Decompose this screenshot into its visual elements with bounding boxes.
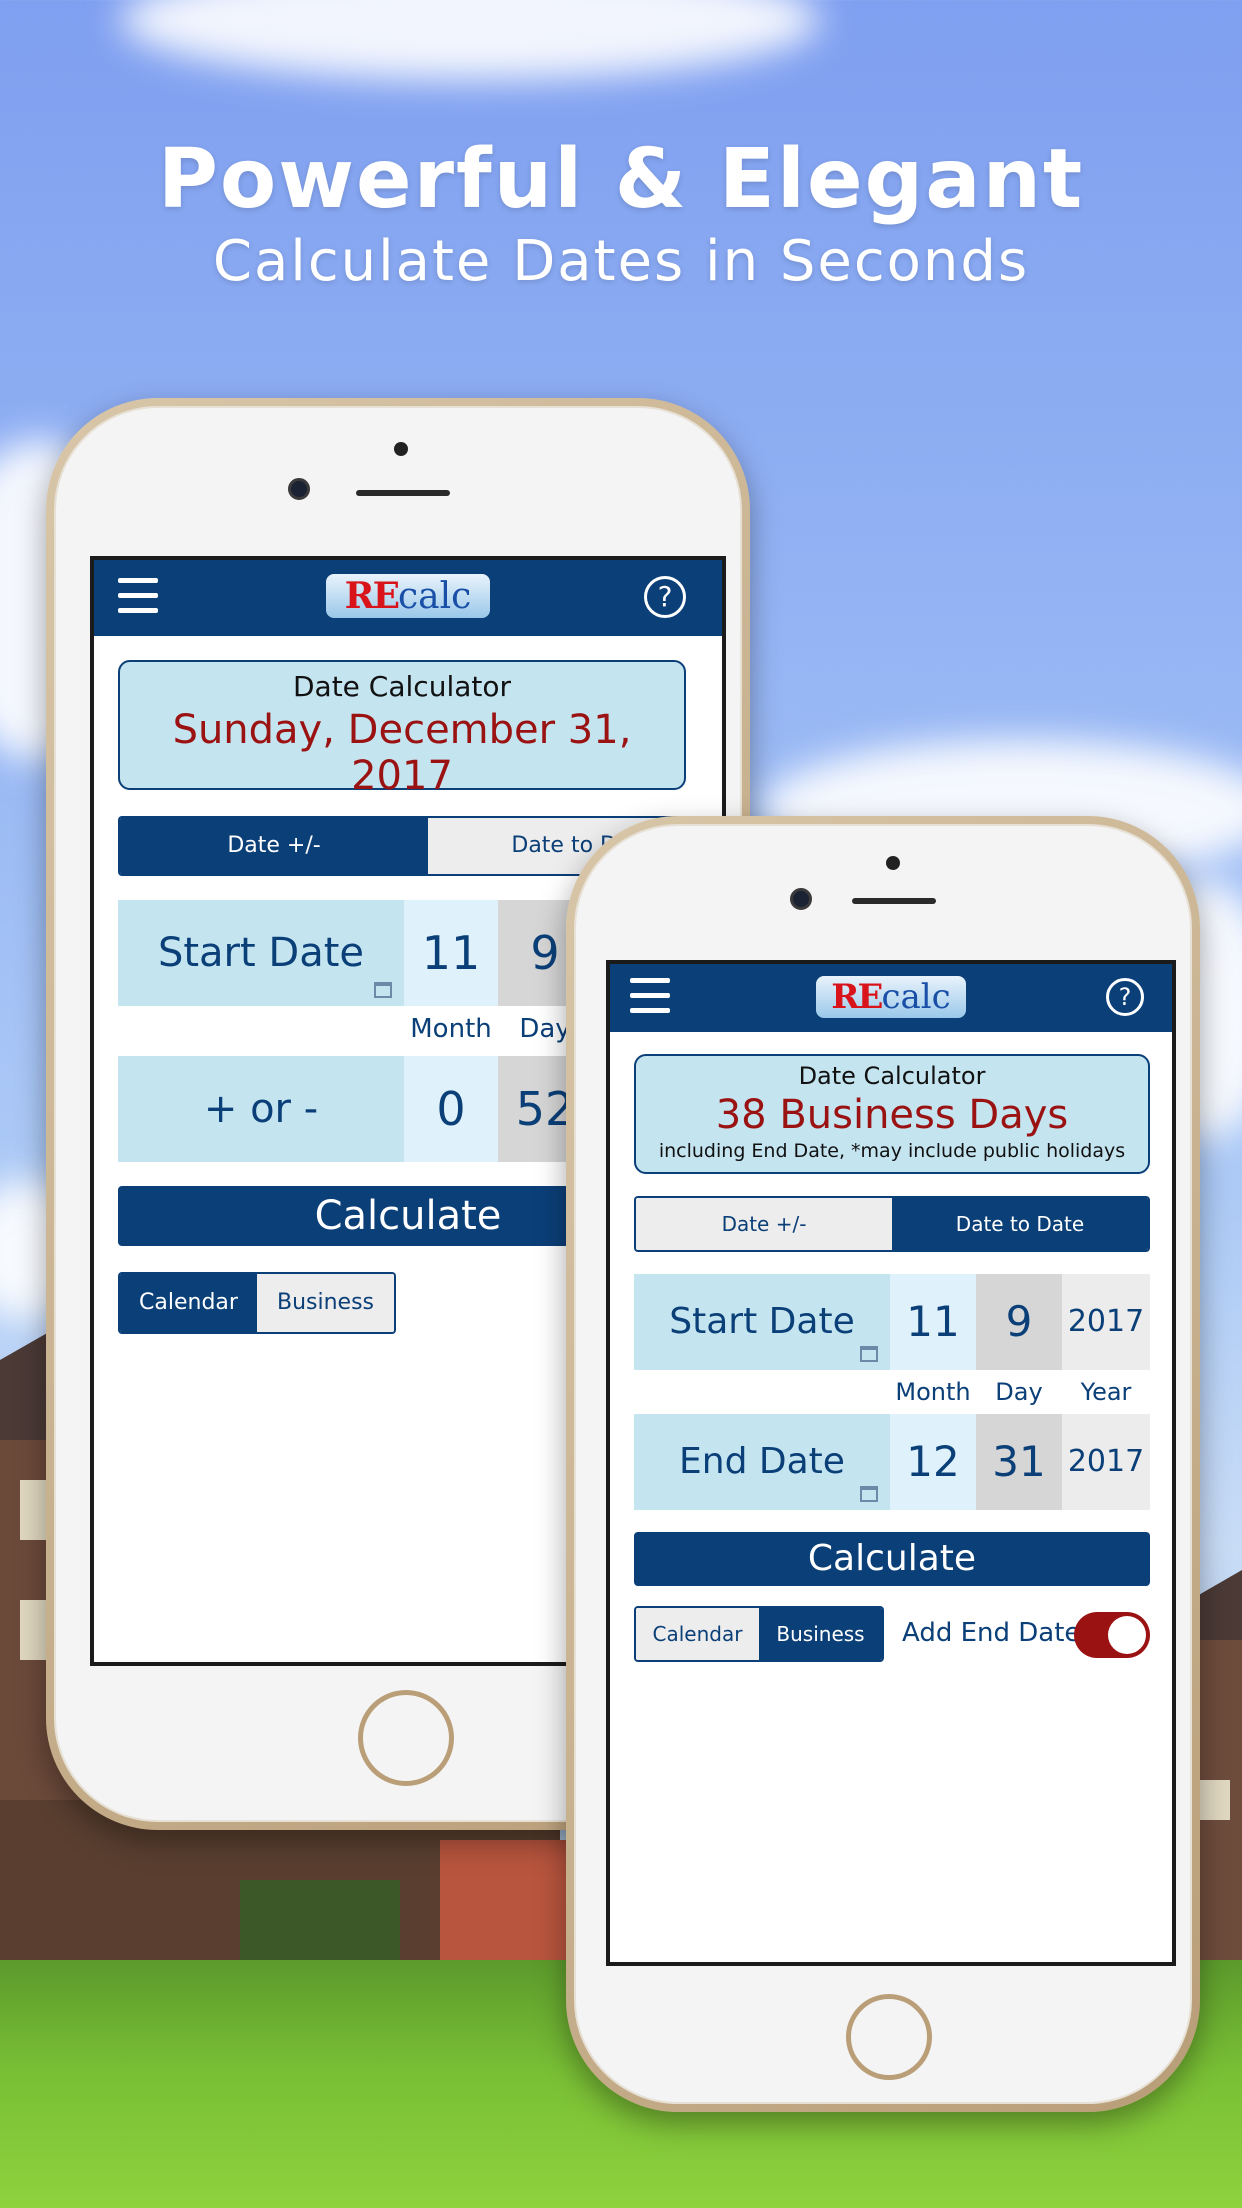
calculate-button[interactable]: Calculate xyxy=(634,1532,1150,1586)
phone-2-screen: REcalc ? Date Calculator 38 Business Day… xyxy=(606,960,1176,1966)
front-camera-icon xyxy=(790,888,812,910)
start-date-label[interactable]: Start Date xyxy=(118,900,404,1006)
headline: Powerful & Elegant Calculate Dates in Se… xyxy=(0,130,1242,294)
month-column-header: Month xyxy=(410,1014,492,1044)
day-type-toggle: Calendar Business xyxy=(634,1606,884,1662)
proximity-sensor xyxy=(886,856,900,870)
month-column-header: Month xyxy=(895,1378,971,1406)
year-column-header: Year xyxy=(1080,1378,1132,1406)
result-value: 38 Business Days xyxy=(715,1092,1069,1138)
front-camera-icon xyxy=(288,478,310,500)
earpiece-speaker xyxy=(356,490,450,496)
result-value: Sunday, December 31, 2017 xyxy=(172,707,632,799)
headline-title: Powerful & Elegant xyxy=(157,132,1085,227)
tab-date-plus-minus[interactable]: Date +/- xyxy=(120,818,428,874)
end-day-value[interactable]: 31 xyxy=(976,1414,1062,1510)
plus-minus-label[interactable]: + or - xyxy=(118,1056,404,1162)
calc-mode-tabs: Date +/- Date to Date xyxy=(634,1196,1150,1252)
result-title: Date Calculator xyxy=(798,1062,986,1090)
end-month-value[interactable]: 12 xyxy=(890,1414,976,1510)
tab-date-plus-minus[interactable]: Date +/- xyxy=(636,1198,892,1250)
start-date-row: Start Date 11 9 xyxy=(118,900,592,1006)
hamburger-icon[interactable] xyxy=(630,978,670,1018)
result-box: Date Calculator 38 Business Days includi… xyxy=(634,1054,1150,1174)
help-icon[interactable]: ? xyxy=(1106,978,1144,1016)
toggle-knob xyxy=(1108,1616,1146,1654)
calendar-mode-button[interactable]: Calendar xyxy=(636,1608,759,1660)
business-mode-button[interactable]: Business xyxy=(257,1274,394,1332)
result-note: including End Date, *may include public … xyxy=(658,1140,1126,1162)
plus-minus-value-1[interactable]: 0 xyxy=(404,1056,498,1162)
start-date-label[interactable]: Start Date xyxy=(634,1274,890,1370)
app-navbar: REcalc ? xyxy=(610,964,1172,1032)
tab-date-to-date[interactable]: Date to Date xyxy=(892,1198,1148,1250)
start-year-value[interactable]: 2017 xyxy=(1062,1274,1150,1370)
end-year-value[interactable]: 2017 xyxy=(1062,1414,1150,1510)
calendar-mode-button[interactable]: Calendar xyxy=(120,1274,257,1332)
business-mode-button[interactable]: Business xyxy=(759,1608,882,1660)
day-column-header: Day xyxy=(995,1378,1043,1406)
result-box: Date Calculator Sunday, December 31, 201… xyxy=(118,660,686,799)
result-title: Date Calculator xyxy=(292,670,511,703)
calendar-icon[interactable] xyxy=(374,982,392,998)
add-end-date-label: Add End Date? xyxy=(902,1618,1095,1648)
home-button[interactable] xyxy=(846,1994,932,2080)
add-end-date-toggle[interactable] xyxy=(1074,1612,1150,1658)
start-month-value[interactable]: 11 xyxy=(890,1274,976,1370)
proximity-sensor xyxy=(394,442,408,456)
phone-2: REcalc ? Date Calculator 38 Business Day… xyxy=(566,816,1200,2112)
start-date-row: Start Date 11 9 2017 xyxy=(634,1274,1150,1370)
cloud xyxy=(120,0,820,80)
home-button[interactable] xyxy=(358,1690,454,1786)
recalc-logo: REcalc xyxy=(816,976,966,1018)
phone-2-body: REcalc ? Date Calculator 38 Business Day… xyxy=(574,824,1192,2104)
start-month-value[interactable]: 11 xyxy=(404,900,498,1006)
recalc-logo: REcalc xyxy=(326,574,490,618)
help-icon[interactable]: ? xyxy=(644,576,686,618)
app-navbar: REcalc ? xyxy=(94,560,722,636)
day-type-toggle: Calendar Business xyxy=(118,1272,396,1334)
headline-subtitle: Calculate Dates in Seconds xyxy=(212,229,1030,294)
end-date-row: End Date 12 31 2017 xyxy=(634,1414,1150,1510)
hamburger-icon[interactable] xyxy=(118,578,158,618)
plus-minus-row: + or - 0 52 xyxy=(118,1056,592,1162)
calendar-icon[interactable] xyxy=(860,1486,878,1502)
start-day-value[interactable]: 9 xyxy=(976,1274,1062,1370)
calendar-icon[interactable] xyxy=(860,1346,878,1362)
end-date-label[interactable]: End Date xyxy=(634,1414,890,1510)
earpiece-speaker xyxy=(852,898,936,904)
